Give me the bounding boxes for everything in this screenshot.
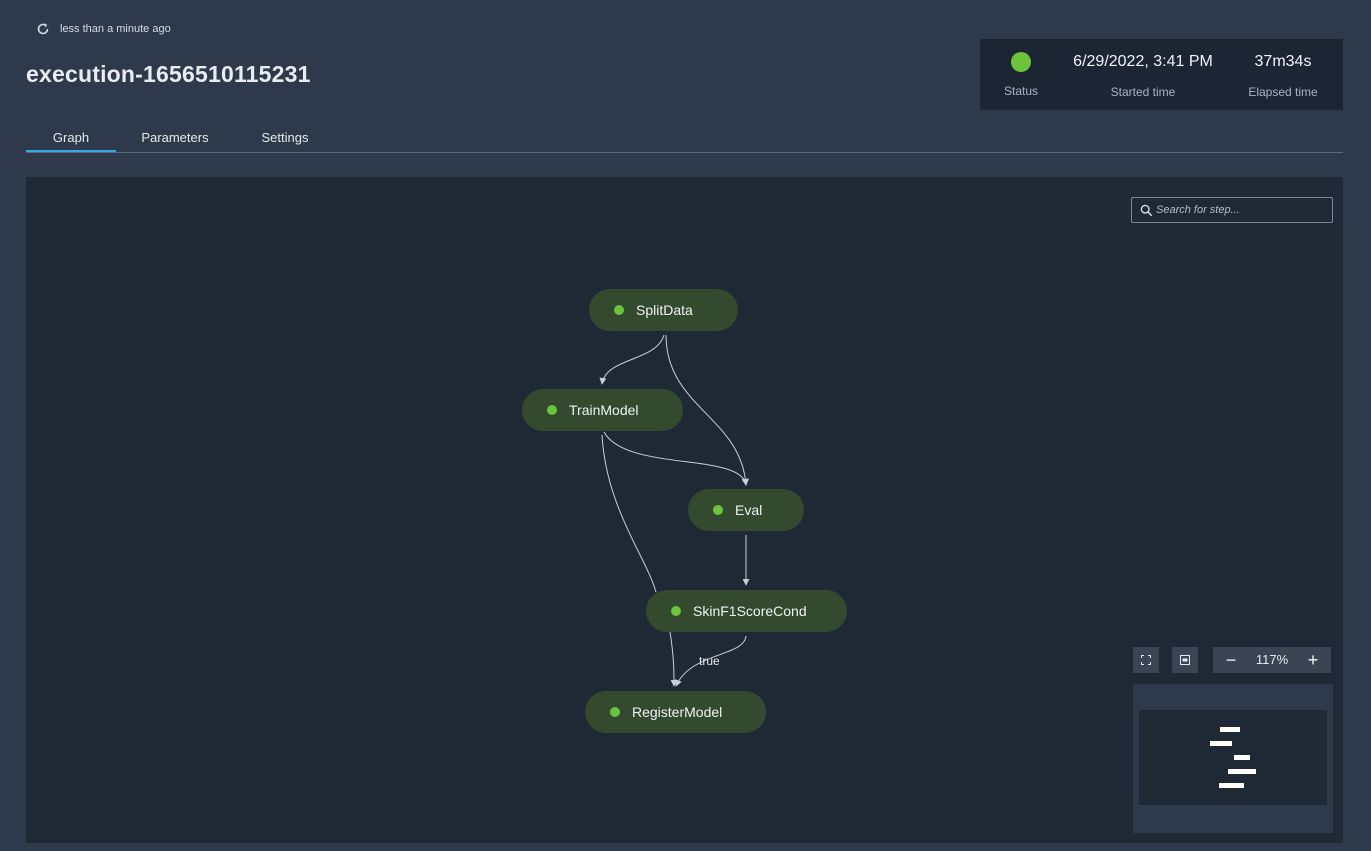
zoom-level: 117% xyxy=(1255,652,1289,667)
page-title: execution-1656510115231 xyxy=(26,61,311,87)
edge-trainmodel-registermodel xyxy=(601,434,657,593)
tab-graph[interactable]: Graph xyxy=(26,124,116,152)
search-icon xyxy=(1140,204,1153,217)
minimap-node xyxy=(1210,741,1232,746)
node-skinf1scorecond[interactable]: SkinF1ScoreCond xyxy=(646,590,847,632)
node-trainmodel[interactable]: TrainModel xyxy=(522,389,683,431)
node-label: Eval xyxy=(735,502,763,518)
zoom-control: − 117% + xyxy=(1213,647,1331,673)
tab-parameters[interactable]: Parameters xyxy=(130,124,220,152)
edge-splitdata-trainmodel xyxy=(599,334,665,385)
fullscreen-icon xyxy=(1141,655,1151,665)
edge-trainmodel-eval xyxy=(603,431,749,486)
edge-trainmodel-registermodel-lower xyxy=(669,631,678,687)
pipeline-graph-canvas[interactable]: true SplitData TrainModel Eval SkinF1Sco… xyxy=(26,177,1343,843)
step-search-input[interactable] xyxy=(1156,200,1328,220)
node-label: TrainModel xyxy=(569,402,639,418)
node-eval[interactable]: Eval xyxy=(688,489,804,531)
step-succeeded-icon xyxy=(713,505,723,515)
node-registermodel[interactable]: RegisterModel xyxy=(585,691,766,733)
started-time-value: 6/29/2022, 3:41 PM xyxy=(1073,53,1213,70)
step-search xyxy=(1131,197,1333,223)
last-refreshed-text: less than a minute ago xyxy=(60,23,171,35)
elapsed-time-label: Elapsed time xyxy=(1248,85,1318,99)
tab-settings[interactable]: Settings xyxy=(240,124,330,152)
zoom-out-button[interactable]: − xyxy=(1213,647,1249,673)
status-succeeded-icon xyxy=(1011,52,1031,72)
fit-to-screen-button[interactable] xyxy=(1172,647,1198,673)
minimap-node xyxy=(1220,727,1240,732)
execution-status-card: Status 6/29/2022, 3:41 PM Started time 3… xyxy=(980,39,1343,110)
minimap[interactable] xyxy=(1133,684,1333,833)
elapsed-time-value: 37m34s xyxy=(1254,53,1312,70)
refresh-row: less than a minute ago xyxy=(36,22,171,36)
node-label: SplitData xyxy=(636,302,693,318)
step-succeeded-icon xyxy=(610,707,620,717)
started-time-column: 6/29/2022, 3:41 PM Started time xyxy=(1046,39,1240,110)
elapsed-time-column: 37m34s Elapsed time xyxy=(1236,39,1330,110)
step-succeeded-icon xyxy=(671,606,681,616)
minimap-node xyxy=(1219,783,1244,788)
minimap-viewport[interactable] xyxy=(1139,710,1327,805)
refresh-icon[interactable] xyxy=(36,22,50,36)
fullscreen-button[interactable] xyxy=(1133,647,1159,673)
minimap-node xyxy=(1228,769,1256,774)
node-label: SkinF1ScoreCond xyxy=(693,603,807,619)
node-label: RegisterModel xyxy=(632,704,723,720)
zoom-in-button[interactable]: + xyxy=(1295,647,1331,673)
node-splitdata[interactable]: SplitData xyxy=(589,289,738,331)
fit-screen-icon xyxy=(1180,655,1190,665)
edge-label-true: true xyxy=(699,654,720,668)
started-time-label: Started time xyxy=(1110,85,1176,99)
minimap-node xyxy=(1234,755,1250,760)
tab-bar: Graph Parameters Settings xyxy=(26,124,1343,153)
step-succeeded-icon xyxy=(614,305,624,315)
step-succeeded-icon xyxy=(547,405,557,415)
